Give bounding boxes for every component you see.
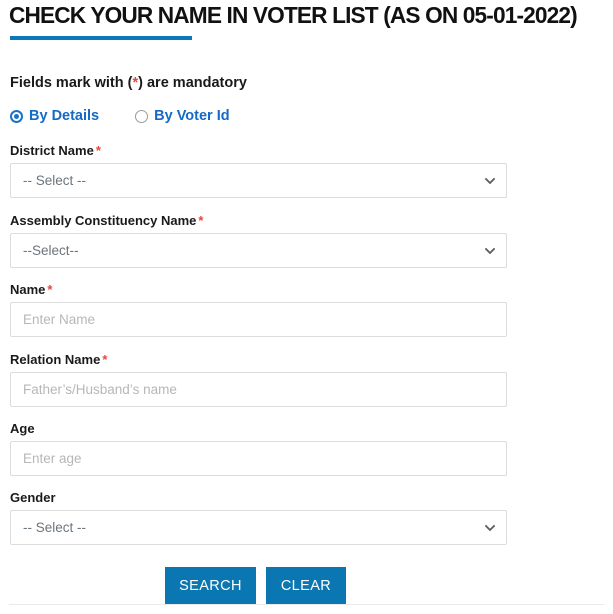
chevron-down-icon — [485, 523, 495, 532]
title-accent-underline — [10, 36, 192, 40]
label-assembly-constituency-name: Assembly Constituency Name * — [10, 213, 507, 229]
input-name-placeholder: Enter Name — [23, 312, 96, 327]
form-action-buttons: SEARCH CLEAR — [165, 567, 346, 604]
label-text: Relation Name — [10, 352, 101, 367]
select-assembly-constituency-name[interactable]: --Select-- — [10, 233, 507, 268]
input-name[interactable]: Enter Name — [10, 302, 507, 337]
chevron-down-icon — [485, 176, 495, 185]
field-gender: Gender -- Select -- — [10, 490, 507, 545]
radio-option-by-details[interactable]: By Details — [10, 108, 99, 124]
label-text: Assembly Constituency Name — [10, 213, 197, 228]
search-mode-radio-group: By Details By Voter Id — [10, 108, 230, 124]
input-age-placeholder: Enter age — [23, 451, 82, 466]
bottom-divider — [9, 604, 604, 605]
label-text: Gender — [10, 490, 56, 505]
label-relation-name: Relation Name * — [10, 352, 507, 368]
required-asterisk-icon: * — [198, 213, 204, 228]
label-name: Name * — [10, 282, 507, 298]
input-age[interactable]: Enter age — [10, 441, 507, 476]
required-asterisk-icon: * — [102, 352, 108, 367]
input-relation-name[interactable]: Father’s/Husband’s name — [10, 372, 507, 407]
radio-label-by-voter-id: By Voter Id — [154, 108, 230, 124]
input-relation-name-placeholder: Father’s/Husband’s name — [23, 382, 177, 397]
select-assembly-constituency-name-value: --Select-- — [23, 243, 79, 258]
label-text: District Name — [10, 143, 94, 158]
clear-button[interactable]: CLEAR — [266, 567, 346, 604]
mandatory-note-prefix: Fields mark with ( — [10, 75, 133, 91]
field-district-name: District Name * -- Select -- — [10, 143, 507, 198]
field-assembly-constituency-name: Assembly Constituency Name * --Select-- — [10, 213, 507, 268]
select-gender[interactable]: -- Select -- — [10, 510, 507, 545]
field-relation-name: Relation Name * Father’s/Husband’s name — [10, 352, 507, 407]
mandatory-note-suffix: ) are mandatory — [138, 75, 247, 91]
field-age: Age Enter age — [10, 421, 507, 476]
radio-label-by-details: By Details — [29, 108, 100, 124]
radio-option-by-voter-id[interactable]: By Voter Id — [135, 108, 230, 124]
required-asterisk-icon: * — [47, 282, 53, 297]
select-district-name-value: -- Select -- — [23, 173, 87, 188]
label-gender: Gender — [10, 490, 507, 506]
mandatory-fields-note: Fields mark with (*) are mandatory — [10, 75, 247, 91]
search-button[interactable]: SEARCH — [165, 567, 256, 604]
voter-list-search-page: CHECK YOUR NAME IN VOTER LIST (AS ON 05-… — [0, 0, 613, 614]
select-gender-value: -- Select -- — [23, 520, 87, 535]
select-district-name[interactable]: -- Select -- — [10, 163, 507, 198]
label-text: Age — [10, 421, 35, 436]
label-age: Age — [10, 421, 507, 437]
page-title: CHECK YOUR NAME IN VOTER LIST (AS ON 05-… — [9, 2, 578, 28]
chevron-down-icon — [485, 246, 495, 255]
label-text: Name — [10, 282, 46, 297]
label-district-name: District Name * — [10, 143, 507, 159]
radio-selected-icon[interactable] — [10, 109, 23, 123]
field-name: Name * Enter Name — [10, 282, 507, 337]
required-asterisk-icon: * — [95, 143, 101, 158]
radio-unselected-icon[interactable] — [135, 109, 149, 123]
